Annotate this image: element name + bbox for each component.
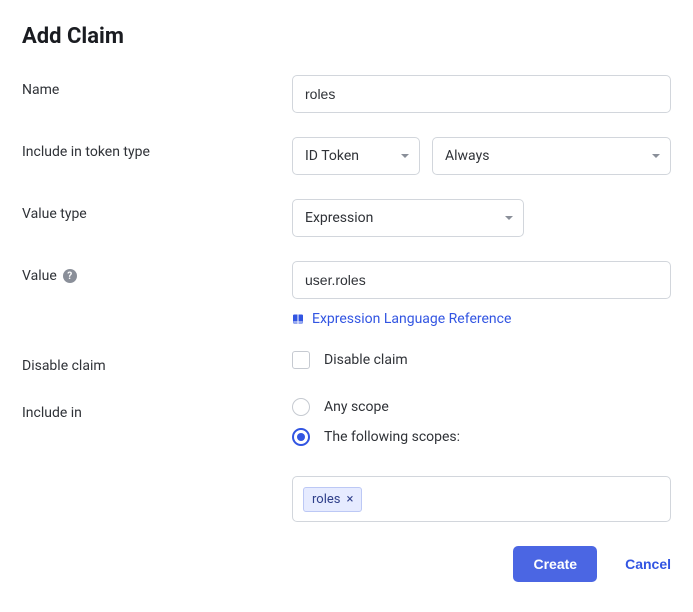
- radio-any-scope-button[interactable]: [292, 398, 310, 416]
- disable-claim-checkbox[interactable]: [292, 351, 310, 369]
- token-type-select[interactable]: ID Token: [292, 137, 420, 175]
- row-name: Name: [22, 75, 671, 113]
- scopes-tag-input[interactable]: roles ×: [292, 476, 671, 522]
- help-icon[interactable]: ?: [63, 269, 77, 283]
- expression-reference-row: Expression Language Reference: [292, 311, 671, 327]
- chevron-down-icon: [505, 216, 513, 220]
- remove-tag-icon[interactable]: ×: [346, 493, 353, 506]
- row-token-type: Include in token type ID Token Always: [22, 137, 671, 175]
- modal-footer: Create Cancel: [22, 546, 671, 582]
- token-type-selected: ID Token: [305, 148, 359, 164]
- radio-any-scope[interactable]: Any scope: [292, 398, 671, 416]
- radio-dot-icon: [297, 433, 305, 441]
- scope-tag: roles ×: [303, 487, 362, 512]
- token-when-selected: Always: [445, 148, 489, 164]
- token-when-select[interactable]: Always: [432, 137, 671, 175]
- include-in-radio-group: Any scope The following scopes:: [292, 398, 671, 446]
- label-value-type: Value type: [22, 199, 292, 222]
- value-type-select[interactable]: Expression: [292, 199, 524, 237]
- scope-tag-label: roles: [312, 492, 340, 507]
- label-include-in: Include in: [22, 398, 292, 421]
- create-button[interactable]: Create: [513, 546, 597, 582]
- modal-title: Add Claim: [22, 24, 671, 49]
- disable-claim-checkbox-row[interactable]: Disable claim: [292, 351, 671, 369]
- radio-following-scopes-button[interactable]: [292, 428, 310, 446]
- cancel-button[interactable]: Cancel: [625, 556, 671, 572]
- radio-following-scopes[interactable]: The following scopes:: [292, 428, 671, 446]
- row-disable-claim: Disable claim Disable claim: [22, 351, 671, 374]
- row-value-type: Value type Expression: [22, 199, 671, 237]
- radio-following-scopes-label: The following scopes:: [324, 429, 460, 445]
- value-type-selected: Expression: [305, 210, 373, 226]
- row-include-in: Include in Any scope The following scope…: [22, 398, 671, 522]
- book-icon: [292, 313, 304, 325]
- chevron-down-icon: [652, 154, 660, 158]
- label-token-type: Include in token type: [22, 137, 292, 160]
- value-input[interactable]: [292, 261, 671, 299]
- add-claim-modal: Add Claim Name Include in token type ID …: [0, 0, 693, 612]
- row-value: Value ? Expression Language Reference: [22, 261, 671, 327]
- label-name: Name: [22, 75, 292, 98]
- label-value: Value: [22, 268, 57, 284]
- disable-claim-option-label: Disable claim: [324, 352, 408, 368]
- radio-any-scope-label: Any scope: [324, 399, 389, 415]
- label-disable-claim: Disable claim: [22, 351, 292, 374]
- expression-reference-link[interactable]: Expression Language Reference: [312, 311, 511, 327]
- name-input[interactable]: [292, 75, 671, 113]
- chevron-down-icon: [401, 154, 409, 158]
